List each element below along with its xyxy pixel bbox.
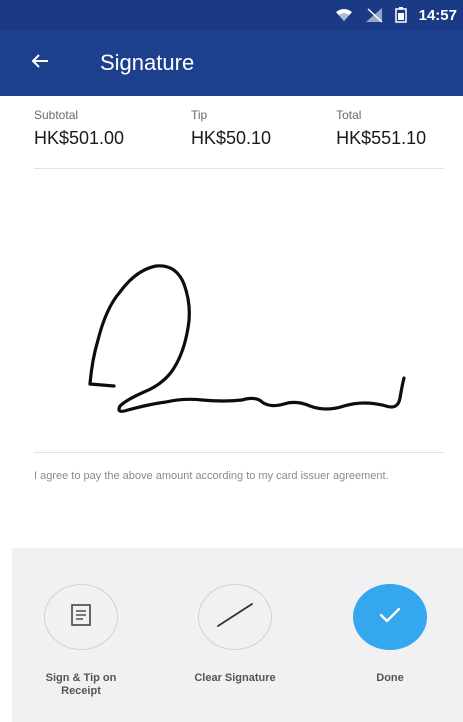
agreement-text: I agree to pay the above amount accordin…	[34, 470, 389, 482]
divider	[34, 452, 444, 453]
checkmark-icon	[378, 605, 402, 630]
done-button[interactable]: Done	[335, 584, 445, 685]
slash-icon	[214, 600, 256, 635]
divider	[34, 168, 444, 169]
tip-label: Tip	[190, 108, 208, 122]
clear-signature-circle	[198, 584, 272, 650]
subtotal-value: HK$501.00	[34, 128, 125, 148]
status-time: 14:57	[418, 6, 457, 24]
status-bar: 14:57	[0, 0, 463, 30]
clear-signature-label: Clear Signature	[194, 672, 276, 684]
tip-value: HK$50.10	[190, 128, 271, 148]
action-panel: Sign & Tip on Receipt Clear Signature Do…	[12, 548, 463, 722]
back-arrow-icon	[31, 53, 49, 74]
battery-icon	[394, 7, 407, 23]
total-value: HK$551.10	[336, 128, 427, 148]
tip-block: Tip HK$50.10	[191, 108, 336, 168]
sign-tip-receipt-label: Sign & Tip on Receipt	[45, 672, 117, 697]
no-signal-icon	[365, 7, 383, 23]
done-label: Done	[376, 672, 404, 684]
total-block: Total HK$551.10	[336, 108, 444, 168]
sign-tip-receipt-circle	[44, 584, 118, 650]
back-button[interactable]	[0, 30, 80, 96]
subtotal-label: Subtotal	[34, 108, 79, 122]
wifi-icon	[335, 8, 353, 22]
app-bar: Signature	[0, 30, 463, 96]
signature-stroke	[88, 264, 406, 413]
page-title: Signature	[100, 50, 195, 75]
subtotal-block: Subtotal HK$501.00	[34, 108, 191, 168]
signature-pad[interactable]	[34, 170, 444, 450]
amount-summary: Subtotal HK$501.00 Tip HK$50.10 Total HK…	[34, 108, 444, 168]
sign-tip-receipt-button[interactable]: Sign & Tip on Receipt	[26, 584, 136, 698]
total-label: Total	[336, 108, 362, 122]
done-circle	[353, 584, 427, 650]
clear-signature-button[interactable]: Clear Signature	[180, 584, 290, 685]
receipt-icon	[70, 603, 92, 632]
